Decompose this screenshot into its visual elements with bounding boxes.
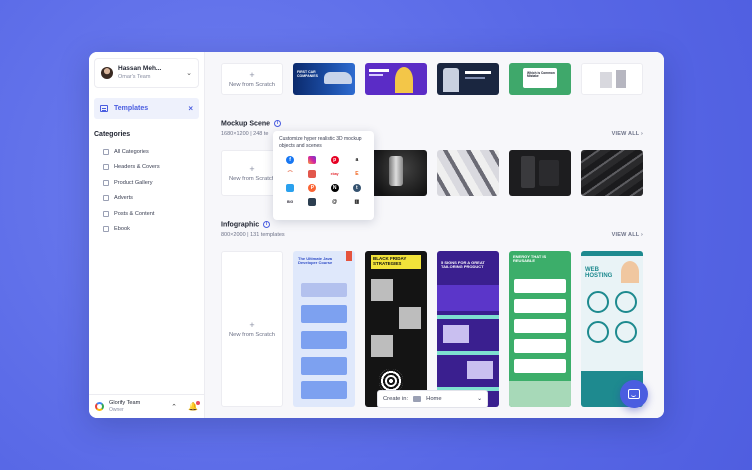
google-logo-icon (95, 402, 104, 411)
plus-icon: + (249, 319, 255, 330)
notification-dot (196, 401, 200, 405)
info-icon[interactable]: i (274, 120, 282, 127)
mockup-info-tooltip: Customize hyper realistic 3D mockup obje… (273, 131, 374, 220)
brand-icon-grid: f p a ⌒ ebay E P N t BIG @ ▥ (279, 156, 368, 206)
amazon-icon: a (352, 156, 361, 164)
category-list: All Categories Headers & Covers Product … (103, 144, 204, 237)
chat-icon (628, 389, 640, 399)
create-in-value: Home (426, 396, 442, 402)
notification-bell-icon[interactable]: 🔔 (188, 401, 200, 411)
chevron-down-icon[interactable]: ⌄ (186, 69, 192, 77)
instagram-icon (308, 156, 317, 164)
section-dims: 1680×1200 | 248 te (221, 131, 269, 137)
pinterest-icon: p (330, 156, 339, 164)
categories-title: Categories (94, 131, 131, 138)
template-thumbnail[interactable]: FIRST CAR COMPANIES (293, 63, 355, 95)
user-switcher[interactable]: Hassan Meh... Omar's Team ⌄ (94, 58, 199, 88)
checkbox[interactable] (103, 210, 109, 217)
sidebar-item-label: Templates (114, 105, 149, 112)
info-icon[interactable]: i (263, 221, 271, 228)
category-all[interactable]: All Categories (103, 144, 204, 160)
team-role: Owner (109, 406, 124, 413)
team-name: Glorify Team (109, 399, 141, 406)
tooltip-text: Customize hyper realistic 3D mockup obje… (279, 136, 362, 149)
etsy-icon: E (352, 170, 361, 178)
notion-icon: N (330, 184, 339, 192)
chat-support-button[interactable] (620, 380, 648, 408)
team-switcher[interactable]: Glorify Team Owner ⌃ 🔔 (89, 394, 204, 418)
mockup-thumbnail[interactable] (581, 150, 643, 196)
producthunt-icon: P (308, 184, 317, 192)
checkbox[interactable] (103, 148, 109, 155)
bigcommerce-icon: BIG (286, 198, 295, 206)
plus-icon: + (249, 69, 255, 80)
view-all-mockup-link[interactable]: VIEW ALL › (612, 131, 643, 137)
infographic-thumbnail[interactable]: 5 SIGNS FOR A GREAT TAILORING PRODUCT (437, 251, 499, 407)
section-title-infographic: Infographic i (221, 221, 271, 228)
close-icon[interactable]: × (188, 104, 193, 113)
checkbox[interactable] (103, 179, 109, 186)
new-from-scratch-card[interactable]: + New from Scratch (221, 251, 283, 407)
section-dims: 800×2000 | 131 templates (221, 232, 285, 238)
ebay-icon: ebay (330, 170, 339, 178)
category-ebook[interactable]: Ebook (103, 222, 204, 238)
new-from-scratch-card[interactable]: + New from Scratch (221, 63, 283, 95)
facebook-icon: f (286, 156, 295, 164)
folder-icon (413, 396, 422, 402)
user-team: Omar's Team (118, 74, 151, 80)
checkbox[interactable] (103, 195, 109, 202)
create-in-label: Create in: (383, 396, 409, 402)
gallery-icon (308, 198, 317, 206)
mockup-thumbnail[interactable] (437, 150, 499, 196)
user-name: Hassan Meh... (118, 65, 162, 72)
section-title-mockup: Mockup Scene i (221, 120, 282, 127)
red-square-icon (308, 170, 317, 178)
medium-icon: ▥ (352, 198, 361, 206)
linkedin-icon (286, 184, 295, 192)
infographic-thumbnail[interactable]: The Ultimate Java Developer Course (293, 251, 355, 407)
category-posts-content[interactable]: Posts & Content (103, 206, 204, 222)
shopify-icon: ⌒ (286, 170, 295, 178)
view-all-infographic-link[interactable]: VIEW ALL › (612, 232, 643, 238)
tumblr-icon: t (352, 184, 361, 192)
category-product-gallery[interactable]: Product Gallery (103, 175, 204, 191)
checkbox[interactable] (103, 226, 109, 233)
category-adverts[interactable]: Adverts (103, 191, 204, 207)
template-thumbnail[interactable] (365, 63, 427, 95)
infographic-thumbnail[interactable]: BLACK FRIDAY STRATEGIES (365, 251, 427, 407)
templates-icon (100, 105, 108, 112)
checkbox[interactable] (103, 164, 109, 171)
template-thumbnail[interactable] (437, 63, 499, 95)
infographic-thumbnail[interactable]: ENERGY THAT IS REUSABLE (509, 251, 571, 407)
sidebar-item-templates[interactable]: Templates × (94, 98, 199, 119)
chevron-down-icon: ⌄ (477, 396, 482, 402)
plus-icon: + (249, 163, 255, 174)
avatar (101, 67, 113, 79)
sidebar: Hassan Meh... Omar's Team ⌄ Templates × … (89, 52, 205, 418)
mockup-thumbnail[interactable] (509, 150, 571, 196)
threads-icon: @ (330, 198, 339, 206)
mockup-thumbnail[interactable] (365, 150, 427, 196)
category-headers-covers[interactable]: Headers & Covers (103, 160, 204, 176)
chevron-up-icon[interactable]: ⌃ (171, 403, 177, 411)
template-thumbnail[interactable]: Which is Common Mistake (509, 63, 571, 95)
create-in-dropdown[interactable]: Create in: Home ⌄ (377, 390, 488, 408)
template-thumbnail[interactable] (581, 63, 643, 95)
